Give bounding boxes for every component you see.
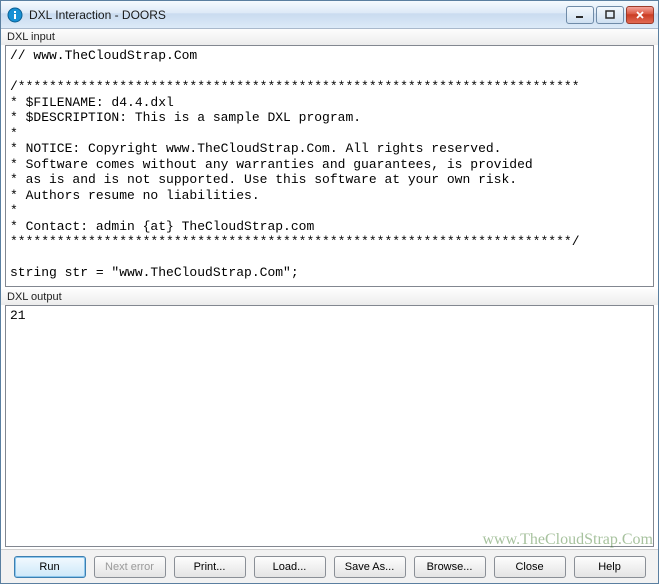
dxl-output-area[interactable]: 21 [5, 305, 654, 547]
load-button[interactable]: Load... [254, 556, 326, 578]
dxl-output-label: DXL output [1, 289, 658, 305]
close-button[interactable]: Close [494, 556, 566, 578]
window-controls [566, 6, 654, 24]
dxl-input-text: // www.TheCloudStrap.Com /**************… [6, 46, 653, 287]
minimize-button[interactable] [566, 6, 594, 24]
close-window-button[interactable] [626, 6, 654, 24]
dxl-output-text: 21 [6, 306, 653, 326]
browse-button[interactable]: Browse... [414, 556, 486, 578]
maximize-button[interactable] [596, 6, 624, 24]
app-icon [7, 7, 23, 23]
button-bar: Run Next error Print... Load... Save As.… [1, 549, 658, 583]
window-title: DXL Interaction - DOORS [29, 8, 566, 22]
print-button[interactable]: Print... [174, 556, 246, 578]
next-error-button[interactable]: Next error [94, 556, 166, 578]
titlebar[interactable]: DXL Interaction - DOORS [1, 1, 658, 29]
dxl-input-label: DXL input [1, 29, 658, 45]
dxl-interaction-window: DXL Interaction - DOORS DXL input // www… [0, 0, 659, 584]
save-as-button[interactable]: Save As... [334, 556, 406, 578]
run-button[interactable]: Run [14, 556, 86, 578]
dxl-input-area[interactable]: // www.TheCloudStrap.Com /**************… [5, 45, 654, 287]
help-button[interactable]: Help [574, 556, 646, 578]
